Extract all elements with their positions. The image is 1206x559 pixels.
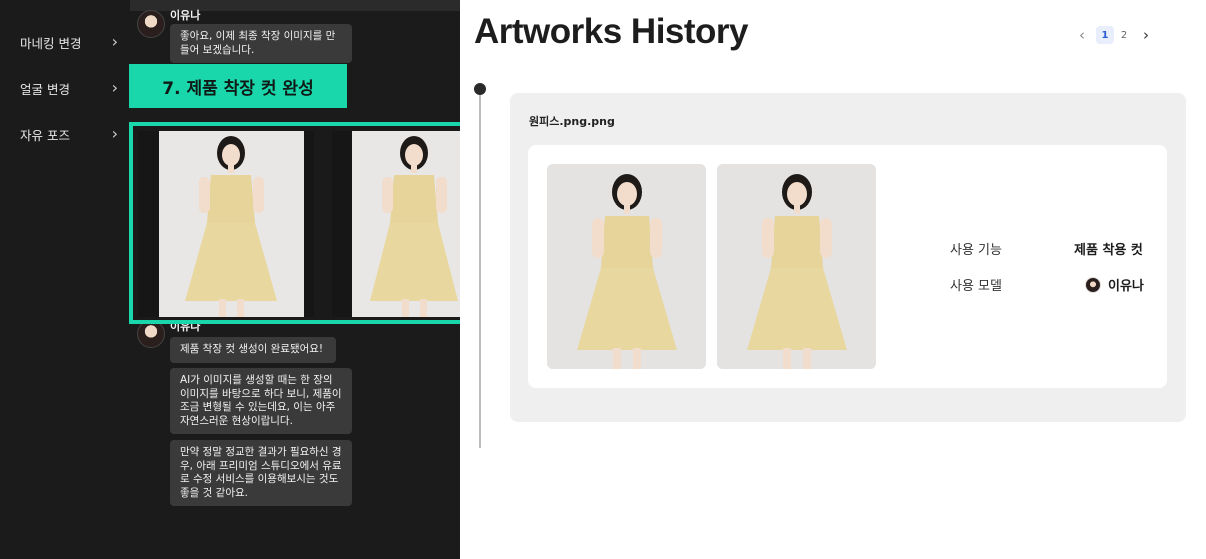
sidebar-item-free-pose[interactable]: 자유 포즈 › bbox=[0, 122, 130, 146]
meta-value-feature: 제품 착용 컷 bbox=[1074, 243, 1143, 258]
pagination-page-2[interactable]: 2 bbox=[1115, 26, 1133, 44]
model-name: 이유나 bbox=[1108, 279, 1144, 294]
chat-message: 좋아요, 이제 최종 착장 이미지를 만들어 보겠습니다. bbox=[170, 24, 352, 63]
meta-key-feature: 사용 기능 bbox=[950, 243, 1002, 258]
sidebar-item-label: 마네킹 변경 bbox=[20, 35, 82, 51]
avatar bbox=[137, 320, 165, 348]
timeline-line bbox=[479, 95, 481, 448]
generated-image[interactable] bbox=[138, 131, 314, 317]
artwork-card: 원피스.png.png 사용 기능 제품 착용 컷 사용 모델 이유나 bbox=[510, 93, 1186, 422]
sidebar-item-face[interactable]: 얼굴 변경 › bbox=[0, 76, 130, 100]
chevron-right-icon: › bbox=[111, 32, 118, 51]
generated-image[interactable] bbox=[332, 131, 463, 317]
artworks-history-panel: Artworks History ‹ 1 2 › 원피스.png.png 사용 … bbox=[460, 0, 1206, 559]
artwork-thumbnail[interactable] bbox=[717, 164, 876, 369]
chevron-right-icon: › bbox=[111, 124, 118, 143]
model-avatar bbox=[1085, 276, 1101, 293]
sidebar-item-label: 얼굴 변경 bbox=[20, 81, 70, 97]
chat-message: 제품 착장 컷 생성이 완료됐어요! bbox=[170, 337, 336, 363]
sidebar-item-label: 자유 포즈 bbox=[20, 127, 70, 143]
chevron-right-icon: › bbox=[111, 78, 118, 97]
page-title: Artworks History bbox=[474, 12, 749, 51]
artwork-thumbnail[interactable] bbox=[547, 164, 706, 369]
generated-images-highlight bbox=[129, 122, 472, 324]
meta-value-model: 이유나 bbox=[1085, 275, 1144, 294]
sender-name: 이유나 bbox=[170, 9, 201, 22]
sidebar-item-mannequin[interactable]: 마네킹 변경 › bbox=[0, 30, 130, 54]
chevron-left-icon[interactable]: ‹ bbox=[1075, 26, 1089, 44]
sidebar: 마네킹 변경 › 얼굴 변경 › 자유 포즈 › bbox=[0, 0, 130, 559]
pagination-page-1[interactable]: 1 bbox=[1096, 26, 1114, 44]
chat-message: AI가 이미지를 생성할 때는 한 장의 이미지를 바탕으로 하다 보니, 제품… bbox=[170, 368, 352, 434]
artwork-card-body: 사용 기능 제품 착용 컷 사용 모델 이유나 bbox=[528, 145, 1167, 388]
artwork-filename: 원피스.png.png bbox=[529, 115, 615, 128]
avatar bbox=[137, 10, 165, 38]
step-annotation-label: 7. 제품 착장 컷 완성 bbox=[129, 64, 347, 108]
chevron-right-icon[interactable]: › bbox=[1139, 26, 1153, 44]
meta-key-model: 사용 모델 bbox=[950, 279, 1002, 294]
timeline-dot bbox=[474, 83, 486, 95]
chat-message: 만약 정말 정교한 결과가 필요하신 경우, 아래 프리미엄 스튜디오에서 유료… bbox=[170, 440, 352, 506]
